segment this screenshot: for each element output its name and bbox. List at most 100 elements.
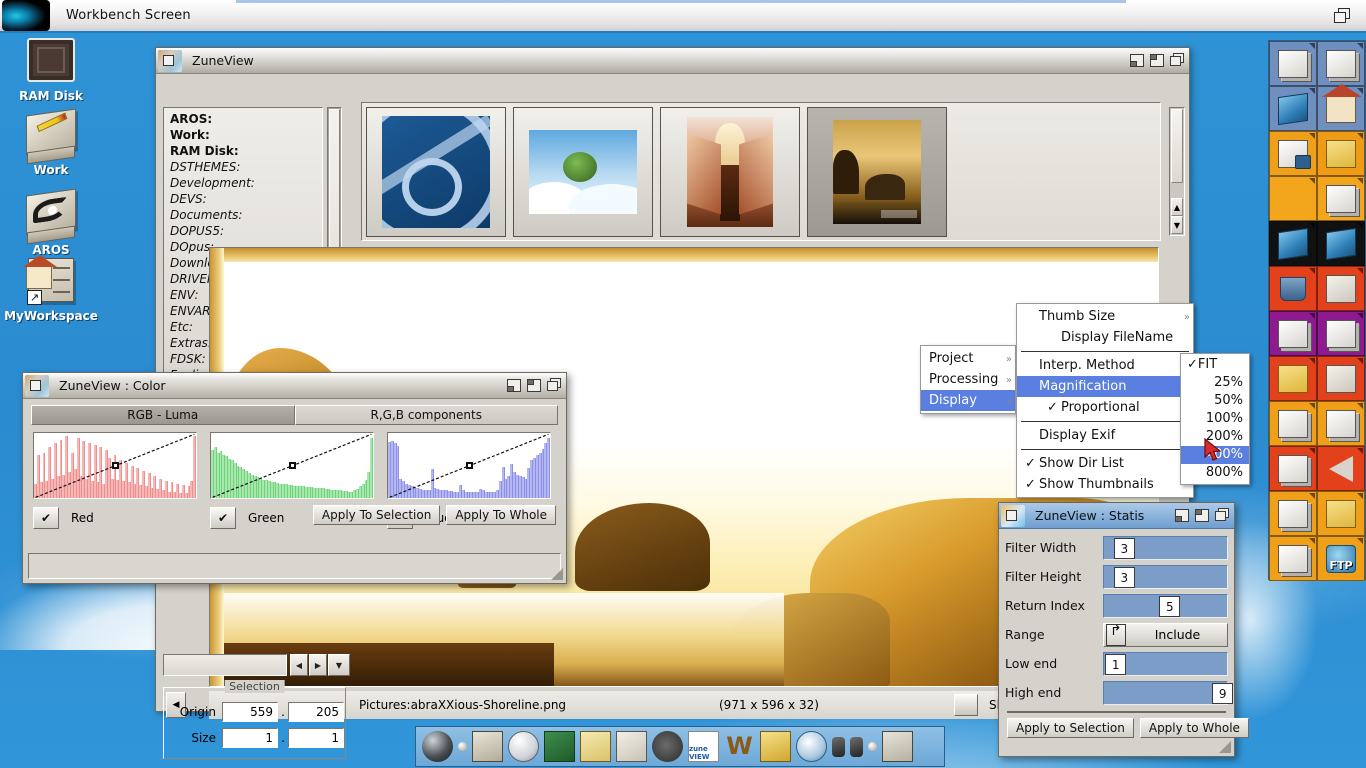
- depth-gadget-icon[interactable]: [1334, 7, 1354, 24]
- dock-button-documents[interactable]: [1269, 41, 1317, 86]
- menu-item[interactable]: ✓ Show Dir List: [1017, 453, 1193, 474]
- menu-item[interactable]: Processing »: [921, 369, 1015, 390]
- depth-button[interactable]: [1169, 52, 1186, 69]
- dock-button-megaphone[interactable]: [1317, 446, 1365, 491]
- dock-button-documents-copy[interactable]: [1317, 41, 1365, 86]
- origin-x-field[interactable]: 559: [222, 702, 278, 722]
- dock-button-folder-pencil[interactable]: [1317, 491, 1365, 536]
- slider-knob[interactable]: 1: [1105, 653, 1127, 675]
- curve-control-point[interactable]: [289, 462, 296, 469]
- histogram-green[interactable]: [210, 432, 374, 499]
- slideshow-checkbox[interactable]: [954, 694, 978, 716]
- frying-pan-icon[interactable]: [652, 731, 683, 762]
- menu-item-magnification[interactable]: 25%: [1181, 374, 1249, 392]
- amiga-globe-icon[interactable]: [422, 731, 453, 762]
- desktop-icon-work[interactable]: Work: [0, 108, 106, 177]
- desktop-icon-aros[interactable]: AROS: [0, 188, 106, 257]
- zuneview-title-bar[interactable]: ZuneView: [156, 48, 1189, 74]
- thumbnail-cell[interactable]: [366, 107, 506, 237]
- dock-button-runner[interactable]: [1269, 176, 1317, 221]
- channel-checkbox[interactable]: ✔: [210, 507, 236, 529]
- statistics-title-bar[interactable]: ZuneView : Statis: [999, 503, 1234, 529]
- w-letter-icon[interactable]: W: [724, 731, 755, 762]
- directory-list-item[interactable]: DOPUS5:: [170, 223, 322, 239]
- dock-button-edit-page[interactable]: [1317, 401, 1365, 446]
- desktop-icon-myworkspace[interactable]: ↗ MyWorkspace: [0, 255, 106, 323]
- dock-button-home[interactable]: [1317, 83, 1365, 131]
- scroll-up-arrow-icon[interactable]: ▲: [1171, 198, 1183, 216]
- menu-item[interactable]: ✓ Proportional: [1017, 397, 1193, 418]
- color-tab[interactable]: RGB - Luma: [31, 405, 295, 425]
- menu-item[interactable]: Thumb Size »: [1017, 306, 1193, 327]
- archive-icon[interactable]: [760, 731, 791, 762]
- menu-item[interactable]: Display »: [921, 390, 1015, 411]
- dock-button-new-page[interactable]: [1269, 311, 1317, 356]
- stat-cycle-range[interactable]: Include: [1103, 622, 1228, 647]
- cycle-arrow-icon[interactable]: [1106, 623, 1126, 646]
- menu-item-magnification[interactable]: 100%: [1181, 410, 1249, 428]
- stats-apply-to-selection-button[interactable]: Apply to Selection: [1007, 718, 1134, 738]
- path-prev-button[interactable]: ◀: [290, 654, 308, 676]
- slider-knob[interactable]: 9: [1212, 682, 1234, 704]
- histogram-red[interactable]: [33, 432, 197, 499]
- desktop-icon-ram-disk[interactable]: RAM Disk: [0, 38, 106, 103]
- menu-item[interactable]: Display FileName: [1017, 327, 1193, 348]
- thumbnail-cell[interactable]: [513, 107, 653, 237]
- depth-button[interactable]: [546, 377, 563, 394]
- directory-list-item[interactable]: Development:: [170, 175, 322, 191]
- green-book-icon[interactable]: [544, 731, 575, 762]
- slider-knob[interactable]: 3: [1113, 566, 1135, 588]
- zuneview-icon[interactable]: zune VIEW: [688, 731, 719, 762]
- scroll-down-arrow-icon[interactable]: ▼: [1171, 216, 1183, 234]
- ruler-scanner-icon[interactable]: [580, 731, 611, 762]
- film-viewer-icon[interactable]: [616, 731, 647, 762]
- size-width-field[interactable]: 1: [222, 728, 278, 748]
- directory-list-item[interactable]: DEVS:: [170, 191, 322, 207]
- dock-button-trash[interactable]: [1269, 266, 1317, 311]
- menu-item[interactable]: Project »: [921, 348, 1015, 369]
- menu-item[interactable]: Interp. Method»: [1017, 355, 1193, 376]
- stat-slider-filter-height[interactable]: 3: [1103, 564, 1228, 589]
- dock-button-blue-box[interactable]: [1269, 86, 1317, 131]
- color-apply-to-selection-button[interactable]: Apply To Selection: [312, 505, 441, 525]
- histogram-blue[interactable]: [387, 432, 551, 499]
- menu-magnification[interactable]: ✓ FIT 25% 50% 100% 200% 400% 800%: [1180, 353, 1250, 485]
- size-height-field[interactable]: 1: [288, 728, 344, 748]
- color-mode-tabs[interactable]: RGB - Luma R,G,B components: [31, 405, 558, 425]
- menu-display[interactable]: Thumb Size » Display FileName Interp. Metho…: [1016, 303, 1194, 498]
- binoculars-icon[interactable]: [832, 731, 863, 762]
- path-input[interactable]: [163, 654, 287, 676]
- window-close-icon[interactable]: [1001, 504, 1025, 527]
- dock-button-send-folder[interactable]: [1317, 131, 1365, 176]
- dock-button-package[interactable]: [1317, 266, 1365, 311]
- file-cabinet-icon[interactable]: [472, 731, 503, 762]
- directory-list-item[interactable]: Work:: [170, 127, 322, 143]
- origin-y-field[interactable]: 205: [288, 702, 344, 722]
- minimize-button[interactable]: [1174, 507, 1191, 524]
- maximize-button[interactable]: [526, 377, 543, 394]
- menu-item[interactable]: Display Exif: [1017, 425, 1193, 446]
- stat-slider-return-index[interactable]: 5: [1103, 593, 1228, 618]
- channel-checkbox[interactable]: ✔: [33, 507, 59, 529]
- depth-button[interactable]: [1214, 507, 1231, 524]
- slider-knob[interactable]: 5: [1159, 595, 1181, 617]
- resize-grip[interactable]: [550, 567, 564, 581]
- path-popup-button[interactable]: ▼: [328, 654, 350, 676]
- directory-list-item[interactable]: Documents:: [170, 207, 322, 223]
- directory-list-item[interactable]: AROS:: [170, 111, 322, 127]
- scrollbar-knob[interactable]: [1171, 109, 1183, 183]
- menu-item[interactable]: ✓ Show Thumbnails: [1017, 474, 1193, 495]
- dock-button-copy-pages[interactable]: [1317, 311, 1365, 356]
- dock-button-microphone[interactable]: [1317, 221, 1365, 266]
- curve-control-point[interactable]: [466, 462, 473, 469]
- color-apply-to-whole-button[interactable]: Apply To Whole: [446, 505, 556, 525]
- dock-button-camera[interactable]: [1269, 221, 1317, 266]
- monitor-icon[interactable]: [882, 731, 913, 762]
- stats-apply-to-whole-button[interactable]: Apply to Whole: [1139, 718, 1249, 738]
- menu-root[interactable]: Project » Processing » Display »: [920, 345, 1016, 414]
- dock-button-page-pen[interactable]: [1269, 536, 1317, 581]
- menu-item-magnification[interactable]: ✓ FIT: [1181, 356, 1249, 374]
- directory-list-item[interactable]: RAM Disk:: [170, 143, 322, 159]
- maximize-button[interactable]: [1149, 52, 1166, 69]
- stat-slider-high-end[interactable]: 9: [1103, 680, 1234, 705]
